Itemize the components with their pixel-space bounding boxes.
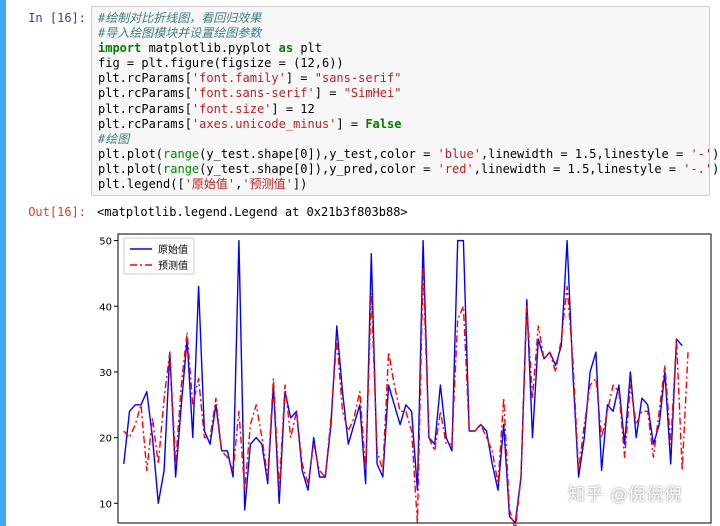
code-line-plot-pred: plt.plot(range(y_test.shape[0]),y_pred,c…: [98, 161, 720, 176]
code-line-font-size: plt.rcParams['font.size'] = 12: [98, 101, 315, 116]
legend-label-0: 原始值: [158, 243, 188, 256]
y-tick-label-40: 40: [99, 302, 112, 313]
code-line-legend: plt.legend(['原始值','预测值']): [98, 177, 308, 192]
selected-cell-indicator: [0, 0, 6, 526]
y-tick-label-10: 10: [99, 499, 112, 510]
code-editor[interactable]: #绘制对比折线图，看回归效果 #导入绘图模块并设置绘图参数 import mat…: [98, 11, 719, 192]
code-line-comment-1: #绘制对比折线图，看回归效果: [98, 11, 262, 25]
y-tick-label-20: 20: [99, 434, 112, 445]
code-cell-input[interactable]: #绘制对比折线图，看回归效果 #导入绘图模块并设置绘图参数 import mat…: [91, 6, 719, 196]
output-prompt: Out[16]:: [28, 205, 86, 219]
code-line-unicode-minus: plt.rcParams['axes.unicode_minus'] = Fal…: [98, 116, 402, 131]
code-line-figure: fig = plt.figure(figsize = (12,6)): [98, 56, 344, 71]
y-tick-label-50: 50: [99, 237, 112, 248]
watermark: 知乎 @倪倪倪: [568, 485, 683, 505]
code-line-font-sans: plt.rcParams['font.sans-serif'] = "SimHe…: [98, 86, 402, 101]
code-line-comment-3: #绘图: [98, 131, 130, 146]
code-line-font-family: plt.rcParams['font.family'] = "sans-seri…: [98, 71, 402, 86]
legend-label-1: 预测值: [158, 259, 188, 272]
code-line-comment-2: #导入绘图模块并设置绘图参数: [98, 26, 262, 41]
code-line-plot-test: plt.plot(range(y_test.shape[0]),y_test,c…: [98, 146, 720, 161]
input-prompt: In [16]:: [28, 11, 86, 25]
y-tick-label-30: 30: [99, 368, 112, 379]
output-text: <matplotlib.legend.Legend at 0x21b3f803b…: [97, 205, 408, 219]
code-line-import: import matplotlib.pyplot as plt: [98, 41, 322, 56]
